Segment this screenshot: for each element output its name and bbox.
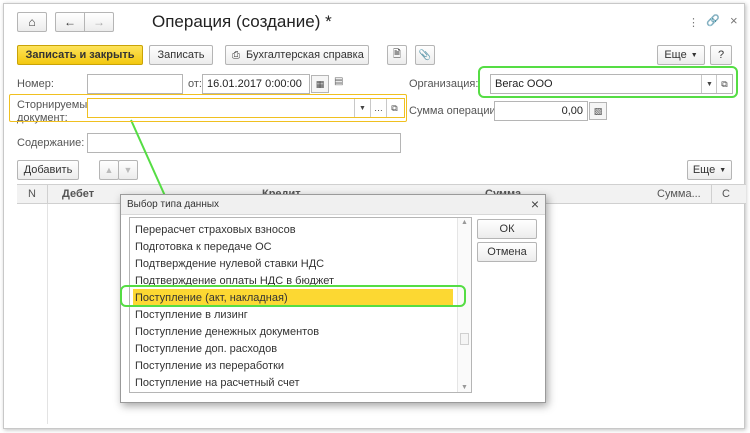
dialog-titlebar: Выбор типа данных × — [121, 195, 545, 215]
ok-button[interactable]: ОК — [477, 219, 537, 239]
list-item[interactable]: Поступление денежных документов — [133, 323, 453, 340]
list-item[interactable]: Поступление на расчетный счет — [133, 374, 453, 391]
list-scrollbar[interactable]: ▲ ▼ — [457, 218, 471, 392]
list-item[interactable]: Подтверждение нулевой ставки НДС — [133, 255, 453, 272]
data-type-dialog: Выбор типа данных × Перерасчет страховых… — [120, 194, 546, 403]
dialog-close-icon[interactable]: × — [531, 196, 539, 212]
cancel-button[interactable]: Отмена — [477, 242, 537, 262]
list-item-selected[interactable]: Поступление (акт, накладная) — [133, 289, 453, 306]
scroll-thumb[interactable] — [460, 333, 469, 345]
scroll-down-icon[interactable]: ▼ — [461, 384, 468, 391]
scroll-up-icon[interactable]: ▲ — [461, 219, 468, 226]
list-item[interactable]: Поступление доп. расходов — [133, 340, 453, 357]
list-item[interactable]: Подготовка к передаче ОС — [133, 238, 453, 255]
list-item[interactable]: Поступление в лизинг — [133, 306, 453, 323]
data-type-list[interactable]: Перерасчет страховых взносов Подготовка … — [129, 217, 472, 393]
dialog-title: Выбор типа данных — [127, 199, 220, 210]
list-item[interactable]: Перерасчет страховых взносов — [133, 221, 453, 238]
list-item[interactable]: Поступление из переработки — [133, 357, 453, 374]
list-item[interactable]: Подтверждение оплаты НДС в бюджет — [133, 272, 453, 289]
